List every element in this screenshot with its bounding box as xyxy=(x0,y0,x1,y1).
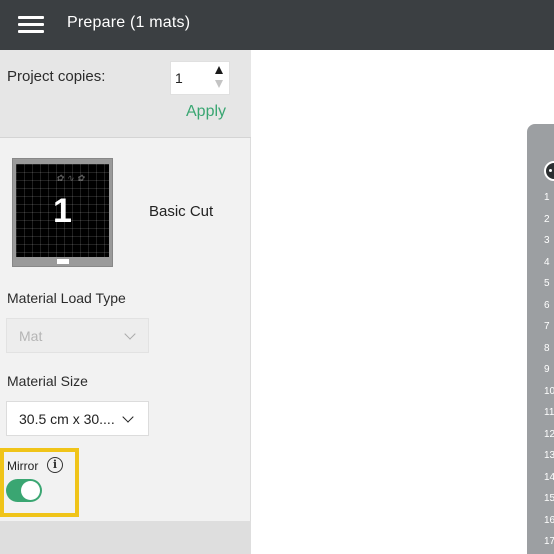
ruler-number: 11 xyxy=(544,407,554,418)
ruler-number: 1 xyxy=(544,192,550,203)
toggle-knob xyxy=(21,481,40,500)
project-copies-panel: Project copies: 1 Apply xyxy=(0,50,251,138)
material-size-select[interactable]: 30.5 cm x 30.... xyxy=(6,401,149,436)
ruler-number: 13 xyxy=(544,450,554,461)
vertical-ruler: 1 2 3 4 5 6 7 8 9 10 11 12 13 14 15 16 1… xyxy=(527,124,554,554)
mat-design-graphic: ✿ ∿ ✿ xyxy=(56,174,85,184)
project-copies-label: Project copies: xyxy=(7,68,106,85)
ruler-number: 14 xyxy=(544,472,554,483)
mirror-label: Mirror xyxy=(7,459,39,473)
menu-icon[interactable] xyxy=(18,14,44,34)
mat-thumbnail[interactable]: ✿ ∿ ✿ 1 xyxy=(12,158,113,267)
ruler-origin-icon[interactable] xyxy=(544,161,554,181)
ruler-number: 17 xyxy=(544,536,554,547)
ruler-number: 10 xyxy=(544,386,554,397)
ruler-number: 2 xyxy=(544,214,550,225)
ruler-number: 12 xyxy=(544,429,554,440)
ruler-number: 4 xyxy=(544,257,550,268)
apply-button[interactable]: Apply xyxy=(186,103,226,121)
ruler-number: 8 xyxy=(544,343,550,354)
chevron-down-icon xyxy=(124,328,136,340)
ruler-number: 3 xyxy=(544,235,550,246)
mirror-toggle[interactable] xyxy=(6,479,42,502)
ruler-number: 16 xyxy=(544,515,554,526)
info-icon[interactable]: i xyxy=(47,457,63,473)
ruler-number: 15 xyxy=(544,493,554,504)
ruler-number: 9 xyxy=(544,364,550,375)
project-copies-stepper[interactable]: 1 xyxy=(170,61,230,95)
project-copies-value[interactable]: 1 xyxy=(175,70,183,86)
increment-arrow-icon[interactable] xyxy=(215,66,223,74)
mat-load-tab xyxy=(57,259,69,264)
top-bar: Prepare (1 mats) xyxy=(0,0,554,50)
sidebar-footer xyxy=(0,521,251,554)
ruler-number: 6 xyxy=(544,300,550,311)
ruler-number: 5 xyxy=(544,278,550,289)
page-title: Prepare (1 mats) xyxy=(67,14,191,31)
chevron-down-icon[interactable] xyxy=(122,411,134,423)
material-load-type-label: Material Load Type xyxy=(7,290,126,306)
material-load-type-select: Mat xyxy=(6,318,149,353)
ruler-number: 7 xyxy=(544,321,550,332)
material-load-type-value: Mat xyxy=(19,328,43,344)
material-size-value[interactable]: 30.5 cm x 30.... xyxy=(19,411,115,427)
mat-cut-type-label: Basic Cut xyxy=(149,203,214,220)
sidebar: Project copies: 1 Apply ✿ ∿ ✿ 1 Basic Cu… xyxy=(0,50,251,554)
mat-preview-grid: ✿ ∿ ✿ 1 xyxy=(16,164,109,257)
decrement-arrow-icon[interactable] xyxy=(215,80,223,88)
canvas-area[interactable] xyxy=(252,50,554,554)
mat-number: 1 xyxy=(53,192,72,230)
material-size-label: Material Size xyxy=(7,373,88,389)
